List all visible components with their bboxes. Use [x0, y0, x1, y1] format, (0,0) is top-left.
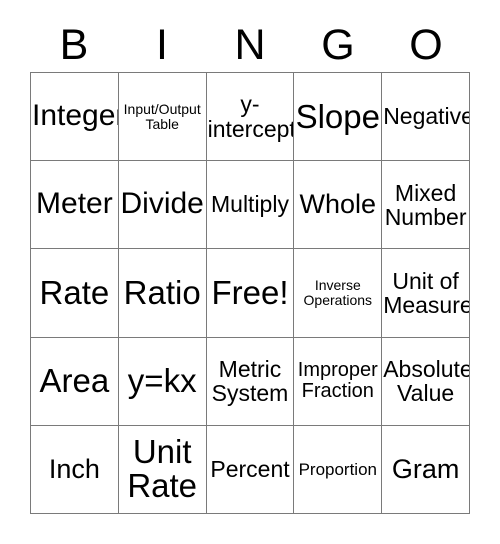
bingo-cell[interactable]: Integer	[31, 73, 119, 162]
bingo-grid: Integer Input/Output Table y- intercept …	[30, 72, 470, 514]
bingo-free-space-label: Free!	[211, 274, 289, 312]
bingo-cell[interactable]: Inch	[31, 425, 119, 514]
bingo-card: B I N G O Integer Input/Output Table y- …	[0, 0, 500, 544]
bingo-cell-label: Metric System	[211, 356, 289, 407]
bingo-cell[interactable]: Input/Output Table	[118, 73, 207, 162]
bingo-cell-label: Unit of Measure	[383, 267, 470, 318]
bingo-cell-label: Multiply	[211, 191, 289, 218]
bingo-cell-label: Improper Fraction	[297, 359, 378, 403]
bingo-cell[interactable]: Area	[31, 337, 119, 426]
bingo-cell-label: Percent	[210, 455, 290, 482]
header-letter-n: N	[234, 20, 266, 69]
bingo-cell-label: y- intercept	[207, 91, 295, 142]
bingo-cell[interactable]: y=kx	[118, 337, 207, 426]
bingo-header-row: B I N G O	[30, 18, 470, 72]
bingo-cell-free-space[interactable]: Free!	[206, 249, 295, 338]
bingo-cell-label: y=kx	[127, 362, 197, 400]
bingo-cell-label: Whole	[299, 189, 377, 220]
bingo-cell[interactable]: Slope	[294, 73, 383, 162]
bingo-cell-label: Meter	[36, 187, 113, 221]
bingo-cell-label: Gram	[391, 453, 460, 484]
bingo-cell-label: Integer	[32, 99, 119, 133]
bingo-cell[interactable]: Improper Fraction	[294, 337, 383, 426]
bingo-cell-label: Negative	[383, 102, 470, 129]
bingo-cell[interactable]: Percent	[206, 425, 295, 514]
bingo-cell-label: Unit Rate	[127, 432, 198, 505]
bingo-cell[interactable]: Meter	[31, 161, 119, 250]
bingo-cell[interactable]: Proportion	[294, 425, 383, 514]
bingo-cell[interactable]: Metric System	[206, 337, 295, 426]
bingo-cell-label: Rate	[39, 274, 110, 312]
bingo-cell[interactable]: Gram	[382, 425, 470, 514]
bingo-cell[interactable]: Unit of Measure	[382, 249, 470, 338]
header-letter-b: B	[59, 20, 89, 69]
bingo-cell-label: Slope	[295, 97, 380, 135]
bingo-cell[interactable]: Divide	[118, 161, 207, 250]
bingo-cell-label: Absolute Value	[383, 356, 470, 407]
header-letter-g: G	[321, 20, 355, 69]
bingo-cell-label: Inverse Operations	[303, 277, 373, 308]
bingo-cell-label: Area	[39, 362, 110, 400]
bingo-cell-label: Ratio	[123, 274, 201, 312]
bingo-cell[interactable]: Negative	[382, 73, 470, 162]
bingo-cell[interactable]: Inverse Operations	[294, 249, 383, 338]
header-letter-o: O	[409, 20, 443, 69]
bingo-cell-label: Inch	[48, 453, 100, 484]
bingo-cell-label: Proportion	[298, 459, 377, 479]
bingo-cell[interactable]: Mixed Number	[382, 161, 470, 250]
bingo-cell[interactable]: Multiply	[206, 161, 295, 250]
bingo-cell[interactable]: Absolute Value	[382, 337, 470, 426]
bingo-cell-label: Mixed Number	[384, 179, 467, 230]
bingo-cell-label: Divide	[120, 187, 204, 221]
bingo-cell[interactable]: Whole	[294, 161, 383, 250]
header-letter-i: I	[156, 20, 168, 69]
bingo-cell-label: Input/Output Table	[123, 100, 201, 132]
bingo-cell[interactable]: y- intercept	[206, 73, 295, 162]
bingo-cell[interactable]: Unit Rate	[118, 425, 207, 514]
bingo-cell[interactable]: Ratio	[118, 249, 207, 338]
bingo-cell[interactable]: Rate	[31, 249, 119, 338]
